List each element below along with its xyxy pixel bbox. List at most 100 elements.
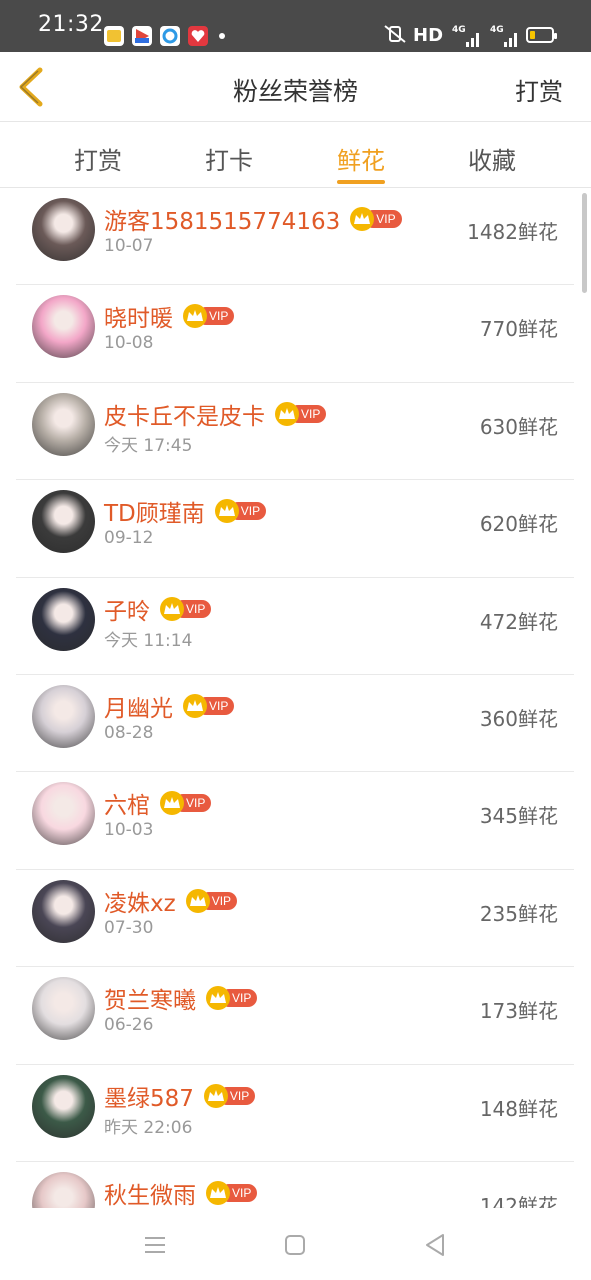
fan-row[interactable]: 月幽光 VIP 08-28 360鲜花 bbox=[16, 675, 574, 773]
fan-row[interactable]: 晓时暖 VIP 10-08 770鲜花 bbox=[16, 285, 574, 383]
flower-count: 173鲜花 bbox=[479, 999, 558, 1024]
scrollbar[interactable] bbox=[582, 193, 587, 293]
avatar[interactable] bbox=[32, 684, 95, 748]
app-icon-4 bbox=[188, 26, 208, 46]
signal-icon-1: 4G bbox=[452, 25, 482, 47]
app-header: 粉丝荣誉榜 打赏 bbox=[0, 52, 591, 122]
fan-row[interactable]: 凌姝xz VIP 07-30 235鲜花 bbox=[16, 870, 574, 968]
system-back-button[interactable] bbox=[420, 1230, 450, 1260]
avatar[interactable] bbox=[32, 977, 95, 1041]
network-label-1: 4G bbox=[452, 25, 466, 35]
tab-flowers[interactable]: 鲜花 bbox=[321, 141, 401, 176]
avatar[interactable] bbox=[32, 782, 95, 846]
vip-badge: VIP bbox=[203, 1083, 256, 1108]
home-square-icon bbox=[285, 1235, 305, 1255]
app-icon-1 bbox=[104, 26, 124, 46]
tab-active-indicator bbox=[337, 180, 385, 184]
avatar[interactable] bbox=[32, 490, 95, 554]
avatar[interactable] bbox=[32, 587, 95, 651]
vip-badge: VIP bbox=[183, 304, 235, 329]
fan-row[interactable]: 皮卡丘不是皮卡 VIP 今天 17:45 630鲜花 bbox=[16, 383, 574, 481]
fan-row[interactable]: 子昤 VIP 今天 11:14 472鲜花 bbox=[16, 578, 574, 675]
fan-date: 今天 11:14 bbox=[104, 630, 193, 651]
tab-bar: 打赏 打卡 鲜花 收藏 bbox=[0, 123, 591, 188]
reward-button[interactable]: 打赏 bbox=[515, 72, 563, 107]
fan-date: 06-26 bbox=[104, 1015, 154, 1036]
notification-dot bbox=[219, 33, 225, 39]
name-line: 子昤 VIP bbox=[104, 592, 212, 626]
name-line: 凌姝xz VIP bbox=[104, 884, 238, 918]
flower-count: 345鲜花 bbox=[479, 804, 558, 829]
flower-count: 620鲜花 bbox=[479, 512, 558, 537]
vip-badge: VIP bbox=[160, 596, 212, 621]
name-line: TD顾瑾南 VIP bbox=[104, 494, 267, 528]
crown-icon bbox=[185, 888, 210, 913]
menu-icon bbox=[145, 1237, 165, 1253]
name-line: 墨绿587 VIP bbox=[104, 1079, 256, 1113]
fan-list[interactable]: 游客1581515774163 VIP 10-07 1482鲜花 晓时暖 VIP… bbox=[16, 188, 574, 1208]
fan-name[interactable]: 贺兰寒曦 bbox=[104, 981, 196, 1015]
fan-name[interactable]: 六棺 bbox=[104, 786, 150, 820]
fan-name[interactable]: 秋生微雨 bbox=[104, 1176, 196, 1208]
fan-date: 昨天 22:06 bbox=[104, 1117, 193, 1138]
tab-favorites[interactable]: 收藏 bbox=[452, 141, 532, 176]
vip-badge: VIP bbox=[206, 986, 258, 1011]
flower-count: 142鲜花 bbox=[479, 1193, 558, 1208]
flower-count: 360鲜花 bbox=[479, 706, 558, 731]
home-button[interactable] bbox=[280, 1230, 310, 1260]
fan-name[interactable]: 游客1581515774163 bbox=[104, 202, 340, 236]
fan-date: 10-07 bbox=[104, 236, 154, 256]
vibrate-mute-icon bbox=[382, 24, 408, 49]
fan-row[interactable]: 墨绿587 VIP 昨天 22:06 148鲜花 bbox=[16, 1065, 574, 1162]
vip-badge: VIP bbox=[183, 693, 235, 718]
hd-label: HD bbox=[413, 25, 444, 46]
fan-name[interactable]: 子昤 bbox=[104, 592, 150, 626]
tab-reward[interactable]: 打赏 bbox=[58, 141, 138, 176]
fan-row[interactable]: 六棺 VIP 10-03 345鲜花 bbox=[16, 772, 574, 870]
fan-row[interactable]: TD顾瑾南 VIP 09-12 620鲜花 bbox=[16, 480, 574, 578]
vip-badge: VIP bbox=[185, 888, 238, 913]
avatar[interactable] bbox=[32, 295, 95, 359]
fan-date: 今天 17:45 bbox=[104, 435, 193, 456]
page-title: 粉丝荣誉榜 bbox=[232, 77, 358, 106]
fan-row[interactable]: 游客1581515774163 VIP 10-07 1482鲜花 bbox=[16, 188, 574, 286]
flower-count: 235鲜花 bbox=[479, 901, 558, 926]
avatar[interactable] bbox=[32, 879, 95, 943]
name-line: 六棺 VIP bbox=[104, 786, 212, 820]
fan-name[interactable]: 晓时暖 bbox=[104, 299, 173, 333]
app-icon-3 bbox=[160, 26, 180, 46]
fan-date: 09-12 bbox=[104, 528, 154, 549]
avatar[interactable] bbox=[32, 198, 95, 261]
crown-icon bbox=[160, 596, 184, 621]
app-icon-2 bbox=[132, 26, 152, 46]
flower-count: 1482鲜花 bbox=[467, 220, 558, 244]
avatar[interactable] bbox=[32, 1074, 95, 1138]
flower-count: 630鲜花 bbox=[479, 414, 558, 439]
avatar[interactable] bbox=[32, 1171, 95, 1208]
tab-checkin[interactable]: 打卡 bbox=[189, 141, 269, 176]
flower-count: 770鲜花 bbox=[479, 317, 558, 342]
fan-name[interactable]: 月幽光 bbox=[104, 689, 173, 723]
avatar[interactable] bbox=[32, 392, 95, 456]
fan-name[interactable]: 皮卡丘不是皮卡 bbox=[104, 397, 265, 431]
status-time: 21:32 bbox=[38, 12, 104, 37]
vip-badge: VIP bbox=[160, 791, 212, 816]
fan-name[interactable]: 凌姝xz bbox=[104, 884, 176, 918]
crown-icon bbox=[275, 401, 299, 426]
menu-button[interactable] bbox=[140, 1230, 170, 1260]
name-line: 皮卡丘不是皮卡 VIP bbox=[104, 397, 327, 431]
name-line: 月幽光 VIP bbox=[104, 689, 235, 723]
vip-badge: VIP bbox=[275, 401, 327, 426]
fan-row[interactable]: 贺兰寒曦 VIP 06-26 173鲜花 bbox=[16, 967, 574, 1065]
crown-icon bbox=[206, 1180, 230, 1205]
fan-date: 10-08 bbox=[104, 333, 154, 354]
network-label-2: 4G bbox=[490, 25, 504, 35]
name-line: 贺兰寒曦 VIP bbox=[104, 981, 258, 1015]
name-line: 秋生微雨 VIP bbox=[104, 1176, 258, 1208]
crown-icon bbox=[183, 693, 207, 718]
fan-row[interactable]: 秋生微雨 VIP 142鲜花 bbox=[16, 1162, 574, 1208]
crown-icon bbox=[206, 986, 230, 1011]
crown-icon bbox=[214, 499, 239, 524]
fan-name[interactable]: 墨绿587 bbox=[104, 1079, 194, 1113]
fan-name[interactable]: TD顾瑾南 bbox=[104, 494, 205, 528]
